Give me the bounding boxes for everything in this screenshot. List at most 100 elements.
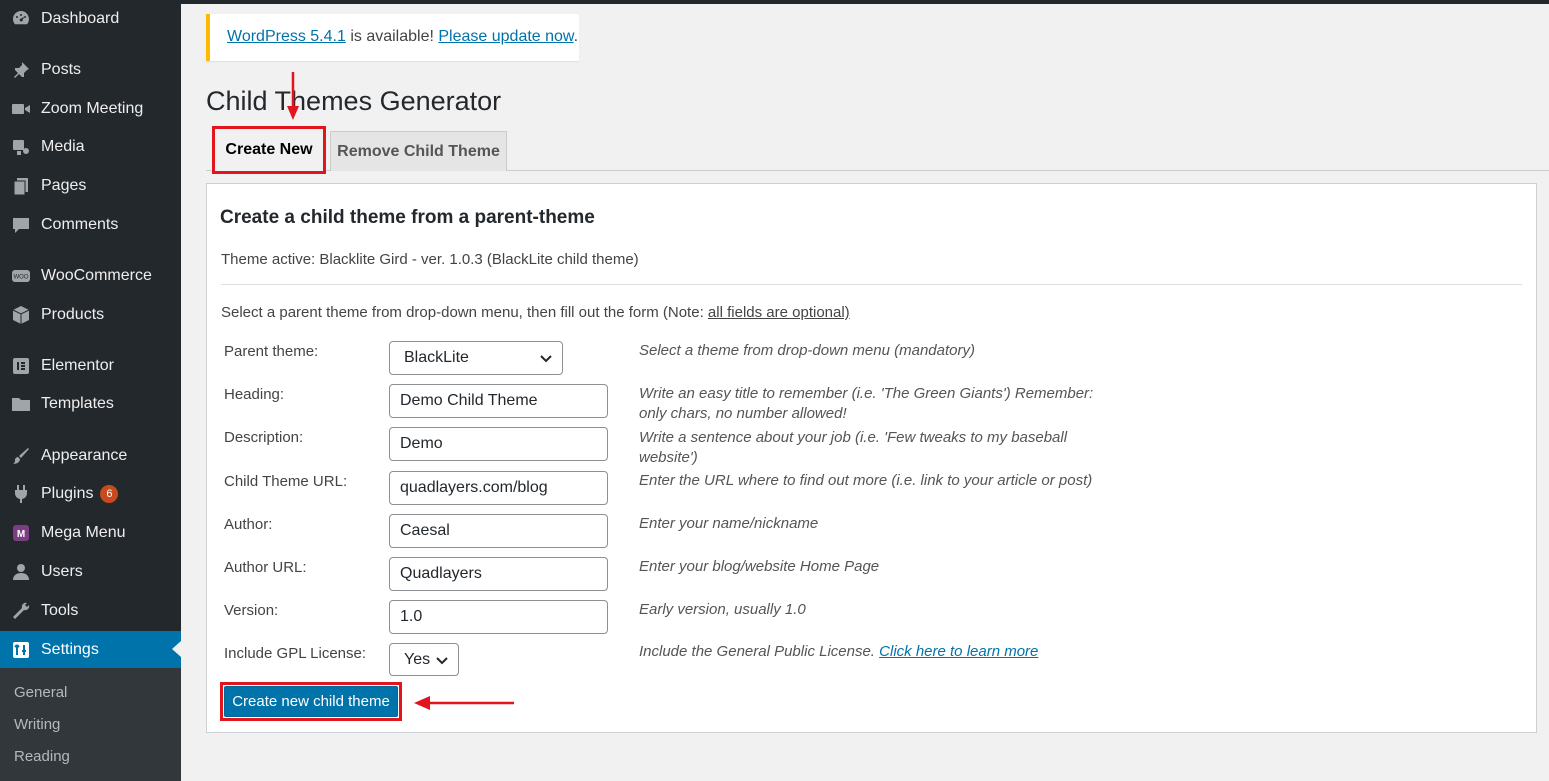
annotation-arrow-down <box>287 72 299 120</box>
theme-active-text: Theme active: Blacklite Gird - ver. 1.0.… <box>221 251 639 268</box>
menu-item-media[interactable]: Media <box>0 129 181 165</box>
menu-item-posts[interactable]: Posts <box>0 52 181 88</box>
version-help: Early version, usually 1.0 <box>639 601 806 618</box>
description-help: Write a sentence about your job (i.e. 'F… <box>639 428 1067 468</box>
notice-text: is available! <box>345 28 439 45</box>
tab-create-new[interactable]: Create New <box>212 126 326 174</box>
author-label: Author: <box>224 516 273 533</box>
comment-icon <box>9 215 33 235</box>
update-now-link[interactable]: Please update now <box>438 28 573 45</box>
panel-heading: Create a child theme from a parent-theme <box>220 207 595 228</box>
media-icon <box>9 137 33 157</box>
menu-item-plugins[interactable]: Plugins 6 <box>0 476 181 512</box>
plug-icon <box>9 484 33 504</box>
heading-input[interactable] <box>389 384 608 418</box>
menu-item-templates[interactable]: Templates <box>0 386 181 422</box>
chevron-down-icon <box>540 355 552 363</box>
child-theme-url-input[interactable] <box>389 471 608 505</box>
menu-item-zoom-meeting[interactable]: Zoom Meeting <box>0 91 181 127</box>
optional-fields-note: all fields are optional) <box>707 304 850 321</box>
box-icon <box>9 305 33 325</box>
elementor-icon <box>9 356 33 376</box>
menu-label: Plugins <box>41 485 94 502</box>
menu-label: Tools <box>41 602 79 619</box>
chevron-down-icon <box>436 656 448 664</box>
heading-label: Heading: <box>224 386 285 403</box>
update-count-badge: 6 <box>100 485 119 503</box>
woo-icon: WOO <box>9 266 33 286</box>
heading-help-line1: Write an easy title to remember (i.e. 'T… <box>639 385 1094 402</box>
pin-icon <box>9 60 33 80</box>
folder-icon <box>9 394 33 414</box>
menu-label: Pages <box>41 177 87 194</box>
menu-label: Settings <box>41 640 99 658</box>
menu-label: Users <box>41 563 83 580</box>
dashboard-icon <box>9 9 33 29</box>
author-input[interactable] <box>389 514 608 548</box>
author-url-label: Author URL: <box>224 559 307 576</box>
menu-item-tools[interactable]: Tools <box>0 593 181 629</box>
menu-item-comments[interactable]: Comments <box>0 207 181 243</box>
pages-icon <box>9 176 33 196</box>
menu-label: Templates <box>41 395 114 412</box>
heading-help: Write an easy title to remember (i.e. 'T… <box>639 384 1093 424</box>
child-theme-url-label: Child Theme URL: <box>224 473 348 490</box>
child-theme-url-help: Enter the URL where to find out more (i.… <box>639 472 1093 489</box>
gpl-license-select[interactable]: Yes <box>389 643 459 676</box>
menu-label: Media <box>41 138 85 155</box>
admin-bar-strip <box>181 0 1549 4</box>
author-help: Enter your name/nickname <box>639 515 819 532</box>
menu-label: Products <box>41 306 105 323</box>
settings-icon <box>9 640 33 660</box>
page-title: Child Themes Generator <box>206 86 502 116</box>
menu-item-dashboard[interactable]: Dashboard <box>0 1 181 37</box>
parent-theme-select[interactable]: BlackLite <box>389 341 563 375</box>
heading-help-line2: only chars, no number allowed! <box>639 405 847 422</box>
user-icon <box>9 562 33 582</box>
instructions-lead: Select a parent theme from drop-down men… <box>221 304 708 321</box>
brush-icon <box>9 446 33 466</box>
tab-remove-child-theme[interactable]: Remove Child Theme <box>330 131 507 171</box>
learn-more-link[interactable]: Click here to learn more <box>879 643 1038 660</box>
submenu-item-reading[interactable]: Reading <box>14 748 70 765</box>
author-url-input[interactable] <box>389 557 608 591</box>
admin-sidebar: Dashboard Posts Zoom Meeting Media Pages… <box>0 0 181 781</box>
version-input[interactable] <box>389 600 608 634</box>
description-help-line2: website') <box>639 449 698 466</box>
menu-item-woocommerce[interactable]: WOO WooCommerce <box>0 258 181 294</box>
menu-item-appearance[interactable]: Appearance <box>0 438 181 474</box>
svg-text:M: M <box>17 529 25 540</box>
parent-theme-label: Parent theme: <box>224 343 319 360</box>
update-notice: WordPress 5.4.1 is available! Please upd… <box>206 14 579 61</box>
description-input[interactable] <box>389 427 608 461</box>
description-label: Description: <box>224 429 304 446</box>
menu-item-mega-menu[interactable]: M Mega Menu <box>0 515 181 551</box>
divider <box>221 284 1522 285</box>
menu-label: Appearance <box>41 447 128 464</box>
gpl-license-label: Include GPL License: <box>224 645 367 662</box>
menu-item-elementor[interactable]: Elementor <box>0 348 181 384</box>
menu-label: Comments <box>41 216 119 233</box>
menu-item-users[interactable]: Users <box>0 554 181 590</box>
wrench-icon <box>9 601 33 621</box>
description-help-line1: Write a sentence about your job (i.e. 'F… <box>639 429 1068 446</box>
mega-menu-icon: M <box>9 523 33 543</box>
annotation-arrow-left <box>414 696 514 710</box>
instructions-text: Select a parent theme from drop-down men… <box>221 304 850 321</box>
create-child-theme-button[interactable]: Create new child theme <box>224 686 398 717</box>
wordpress-version-link[interactable]: WordPress 5.4.1 <box>227 28 346 45</box>
menu-item-products[interactable]: Products <box>0 297 181 333</box>
menu-label: Dashboard <box>41 10 120 27</box>
gpl-license-value: Yes <box>404 650 431 668</box>
submenu-item-writing[interactable]: Writing <box>14 716 60 733</box>
menu-item-pages[interactable]: Pages <box>0 168 181 204</box>
settings-submenu: General Writing Reading <box>0 668 181 781</box>
notice-end: . <box>573 28 579 45</box>
version-label: Version: <box>224 602 279 619</box>
menu-item-settings[interactable]: Settings <box>0 631 181 668</box>
menu-label: Posts <box>41 61 82 78</box>
submenu-item-general[interactable]: General <box>14 684 67 701</box>
svg-text:WOO: WOO <box>14 275 29 281</box>
menu-label: Elementor <box>41 357 114 374</box>
menu-label: WooCommerce <box>41 267 152 284</box>
